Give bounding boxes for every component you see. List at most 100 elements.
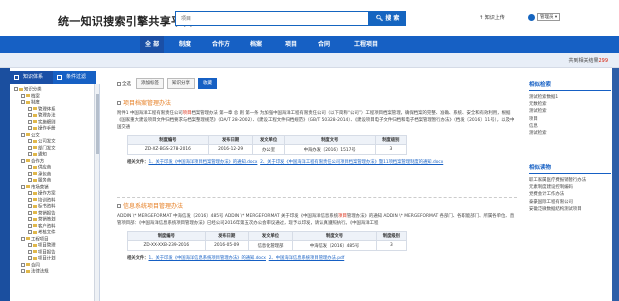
checkbox-icon[interactable]: [28, 139, 32, 143]
checkbox-icon[interactable]: [28, 113, 32, 117]
checkbox-icon[interactable]: [21, 236, 25, 241]
tree-item[interactable]: 项目管理: [28, 243, 56, 249]
tree-item[interactable]: 管理办法: [28, 113, 56, 119]
checkbox-icon[interactable]: [28, 230, 32, 234]
result-title[interactable]: 项目档案管理办法: [117, 98, 517, 107]
checkbox-icon[interactable]: [28, 126, 32, 130]
checkbox-icon[interactable]: [117, 203, 121, 208]
scrollbar-thumb[interactable]: [96, 94, 99, 154]
checkbox-icon[interactable]: [28, 197, 32, 202]
tree-item[interactable]: 供应商: [28, 165, 51, 171]
tree-item[interactable]: 制度: [21, 100, 40, 106]
nav-archive[interactable]: 档案: [245, 36, 267, 53]
checkbox-icon[interactable]: [21, 184, 25, 189]
similar-reading-link[interactable]: 元素制度建设控制编码: [529, 184, 611, 191]
tree-item[interactable]: 项目报告: [28, 249, 56, 256]
attachment-link[interactable]: 2、中国海洋信息系统项目管理办法.pdf: [269, 256, 345, 261]
tree-item[interactable]: 管理体系: [28, 106, 56, 113]
checkbox-icon[interactable]: [21, 132, 25, 137]
checkbox-icon[interactable]: [28, 165, 32, 169]
checkbox-icon[interactable]: [21, 93, 25, 98]
similar-reading-link[interactable]: 安徽泛微数据结构测试项目: [529, 206, 611, 213]
checkbox-icon[interactable]: [28, 106, 32, 111]
result-title-text[interactable]: 项目档案管理办法: [123, 98, 171, 107]
search-button[interactable]: 🔍︎ 搜 索: [369, 11, 406, 26]
checkbox-icon[interactable]: [28, 223, 32, 228]
tree-item[interactable]: 承包商: [28, 171, 51, 178]
search-input[interactable]: 项目: [175, 11, 369, 26]
similar-search-link[interactable]: 测试检索: [529, 130, 611, 137]
nav-engineering[interactable]: 工程项目: [349, 36, 383, 53]
tree-item[interactable]: 实施细则: [28, 119, 56, 126]
checkbox-icon[interactable]: [28, 256, 32, 260]
upload-link[interactable]: ↑ 知识上传: [479, 14, 505, 21]
tree-item[interactable]: 操作方案: [28, 191, 56, 197]
checkbox-icon[interactable]: [21, 100, 25, 104]
similar-search-link[interactable]: 信息: [529, 123, 611, 130]
tree-item[interactable]: 标书资料: [28, 204, 56, 210]
share-button[interactable]: 知识分享: [167, 78, 195, 89]
similar-search-link[interactable]: 测试检索数据1: [529, 94, 611, 101]
checkbox-icon[interactable]: [117, 100, 121, 105]
checkbox-icon[interactable]: [21, 158, 25, 163]
tree-item[interactable]: 培训资料: [28, 197, 56, 204]
favorite-button[interactable]: 收藏: [198, 78, 217, 89]
tree-item[interactable]: 营销策划: [28, 217, 56, 223]
checkbox-icon[interactable]: [28, 145, 32, 150]
tree-scrollbar[interactable]: [94, 84, 99, 301]
checkbox-icon[interactable]: [28, 178, 32, 182]
similar-search-link[interactable]: 测试检索: [529, 108, 611, 115]
checkbox-icon[interactable]: [28, 249, 32, 254]
tree-item[interactable]: 营销报告: [28, 210, 56, 217]
similar-search-link[interactable]: 项目: [529, 116, 611, 123]
similar-reading-link[interactable]: 党费会计工作办法: [529, 191, 611, 198]
tree-item[interactable]: 合同: [21, 262, 40, 269]
tree-item[interactable]: 合作方: [21, 158, 44, 165]
tree-item[interactable]: 公司发文: [28, 139, 56, 145]
user-select[interactable]: 管理员 ▾: [537, 13, 561, 21]
similar-reading-link[interactable]: 职工家属医疗费报销暂行办法: [529, 177, 611, 184]
similar-search-link[interactable]: 元数检索: [529, 101, 611, 108]
nav-all[interactable]: 全 部: [140, 36, 165, 53]
tree-item[interactable]: 部门发文: [28, 145, 56, 152]
tab-filter[interactable]: 条件过滤: [53, 71, 96, 84]
tree-item[interactable]: 档案: [21, 93, 40, 100]
checkbox-icon[interactable]: [14, 87, 18, 91]
nav-contract[interactable]: 合同: [313, 36, 335, 53]
result-title[interactable]: 信息系统项目管理办法: [117, 201, 517, 210]
tree-item[interactable]: 法律法规: [21, 269, 49, 275]
tree-item[interactable]: 知识分类: [14, 87, 42, 93]
similar-reading-link[interactable]: 泰豪国际工程有限公司: [529, 199, 611, 206]
tab-knowledge-system[interactable]: 知识体系: [10, 71, 53, 84]
tree-item[interactable]: 服务商: [28, 178, 51, 184]
add-tag-button[interactable]: 添加标签: [136, 78, 164, 89]
checkbox-icon[interactable]: [28, 210, 32, 215]
checkbox-icon[interactable]: [28, 243, 32, 247]
checkbox-icon[interactable]: [28, 152, 32, 156]
checkbox-icon[interactable]: [28, 191, 32, 195]
tree-item[interactable]: 项目计划: [28, 256, 56, 262]
checkbox-icon[interactable]: [28, 217, 32, 221]
attachment-link[interactable]: 1、关于印发《中国海洋项目档案管理办法》的通知.docx: [148, 160, 257, 165]
tree-item[interactable]: 市场营销: [21, 184, 49, 191]
tree-item[interactable]: 公文: [21, 132, 40, 139]
tree-item[interactable]: 工程项目: [21, 236, 49, 243]
tree-item[interactable]: 考核文件: [28, 230, 56, 236]
attachment-link[interactable]: 2、关于印发《中国海洋工程有限责任公司项目档案管理办法》暨11项档案管理制度的通…: [260, 160, 443, 165]
tree-item[interactable]: 通知: [28, 152, 47, 158]
tree-item[interactable]: 操作手册: [28, 126, 56, 132]
meta-header: 制度编号: [127, 231, 206, 241]
check-all[interactable]: 全选: [117, 81, 131, 87]
tree-item[interactable]: 客户资料: [28, 223, 56, 230]
nav-partner[interactable]: 合作方: [207, 36, 235, 53]
folder-icon: [33, 256, 37, 260]
nav-project[interactable]: 项目: [280, 36, 302, 53]
attachment-link[interactable]: 1、关于印发《中国海洋信息系统项目管理办法》的通知.docx: [148, 256, 265, 261]
checkbox-icon[interactable]: [28, 119, 32, 124]
nav-rules[interactable]: 制度: [174, 36, 196, 53]
checkbox-icon[interactable]: [28, 204, 32, 208]
result-title-text[interactable]: 信息系统项目管理办法: [123, 201, 183, 210]
checkbox-icon[interactable]: [21, 269, 25, 273]
checkbox-icon[interactable]: [28, 171, 32, 176]
checkbox-icon[interactable]: [21, 262, 25, 267]
